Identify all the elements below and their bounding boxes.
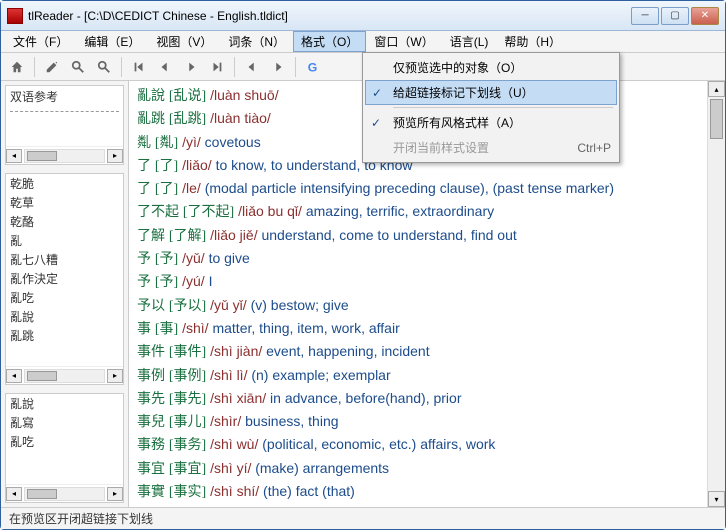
sidebar-top-title: 双语参考	[6, 86, 123, 107]
dict-entry: 事務 [事务] /shì wù/ (political, economic, e…	[137, 434, 699, 456]
close-button[interactable]: ✕	[691, 7, 719, 25]
list-item[interactable]: 亂吃	[10, 432, 119, 451]
menu-文件（F）[interactable]: 文件（F）	[5, 31, 76, 52]
last-icon[interactable]	[205, 56, 229, 78]
sidebar-panel-bot: 亂說亂寫亂吃 ◂▸	[5, 393, 124, 503]
dict-entry: 了解 [了解] /liǎo jiě/ understand, come to u…	[137, 225, 699, 247]
history-back-icon[interactable]	[240, 56, 264, 78]
menu-option[interactable]: ✓ 给超链接标记下划线（U）	[365, 80, 617, 105]
dict-entry: 了 [了] /le/ (modal particle intensifying …	[137, 178, 699, 200]
next-icon[interactable]	[179, 56, 203, 78]
menu-编辑（E）[interactable]: 编辑（E）	[76, 31, 148, 52]
dict-entry: 事情 [事情] /shì qing/ affair, matter, thing…	[137, 504, 699, 507]
vscroll[interactable]: ▴ ▾	[707, 81, 725, 507]
statusbar: 在预览区开闭超链接下划线	[1, 507, 725, 529]
dict-entry: 了不起 [了不起] /liǎo bu qǐ/ amazing, terrific…	[137, 201, 699, 223]
list-item[interactable]: 乾脆	[10, 174, 119, 193]
hscroll[interactable]: ◂▸	[6, 366, 123, 384]
menu-窗口（W）[interactable]: 窗口（W）	[366, 31, 441, 52]
menubar: 文件（F）编辑（E）视图（V）词条（N）格式（O）窗口（W）语言(L)帮助（H）	[1, 31, 725, 53]
menu-option: 开闭当前样式设置 Ctrl+P	[365, 135, 617, 160]
list-item[interactable]: 亂	[10, 231, 119, 250]
list-item[interactable]: 亂七八糟	[10, 250, 119, 269]
maximize-button[interactable]: ▢	[661, 7, 689, 25]
list-item[interactable]: 亂說	[10, 307, 119, 326]
menu-语言(L)[interactable]: 语言(L)	[442, 31, 497, 52]
dict-entry: 予 [予] /yú/ I	[137, 271, 699, 293]
dict-entry: 予以 [予以] /yǔ yǐ/ (v) bestow; give	[137, 295, 699, 317]
app-icon	[7, 8, 23, 24]
sidebar-panel-top: 双语参考 ◂▸	[5, 85, 124, 165]
menu-帮助（H）[interactable]: 帮助（H）	[496, 31, 569, 52]
home-icon[interactable]	[5, 56, 29, 78]
dict-entry: 事兒 [事儿] /shìr/ business, thing	[137, 411, 699, 433]
menu-option[interactable]: ✓ 预览所有风格式样（A）	[365, 110, 617, 135]
list-item[interactable]: 亂寫	[10, 413, 119, 432]
minimize-button[interactable]: ─	[631, 7, 659, 25]
menu-label: 仅预览选中的对象（O）	[393, 59, 522, 76]
menu-格式（O）[interactable]: 格式（O）	[293, 31, 366, 52]
dict-entry: 事宜 [事宜] /shì yí/ (make) arrangements	[137, 458, 699, 480]
menu-视图（V）[interactable]: 视图（V）	[148, 31, 220, 52]
history-fwd-icon[interactable]	[266, 56, 290, 78]
svg-text:G: G	[308, 60, 318, 74]
menu-label: 开闭当前样式设置	[393, 139, 489, 156]
check-icon: ✓	[371, 116, 381, 130]
list-item[interactable]: 亂吃	[10, 288, 119, 307]
list-item[interactable]: 乾草	[10, 193, 119, 212]
format-menu-dropdown: 仅预览选中的对象（O） ✓ 给超链接标记下划线（U） ✓ 预览所有风格式样（A） 开闭当前…	[362, 52, 620, 163]
dict-entry: 事例 [事例] /shì lì/ (n) example; exemplar	[137, 365, 699, 387]
menu-label: 预览所有风格式样（A）	[393, 114, 521, 131]
menu-词条（N）[interactable]: 词条（N）	[220, 31, 293, 52]
titlebar: tlReader - [C:\D\CEDICT Chinese - Englis…	[1, 1, 725, 31]
dict-entry: 事先 [事先] /shì xiān/ in advance, before(ha…	[137, 388, 699, 410]
dict-entry: 事實 [事实] /shì shí/ (the) fact (that)	[137, 481, 699, 503]
menu-label: 给超链接标记下划线（U）	[393, 84, 534, 101]
hscroll[interactable]: ◂▸	[6, 146, 123, 164]
search2-icon[interactable]	[92, 56, 116, 78]
status-text: 在预览区开闭超链接下划线	[9, 510, 153, 527]
first-icon[interactable]	[127, 56, 151, 78]
sidebar-panel-mid: 乾脆乾草乾酪亂亂七八糟亂作決定亂吃亂說亂跳 ◂▸	[5, 173, 124, 385]
list-item[interactable]: 亂說	[10, 394, 119, 413]
dict-entry: 事件 [事件] /shì jiàn/ event, happening, inc…	[137, 341, 699, 363]
accelerator: Ctrl+P	[577, 141, 611, 155]
google-icon[interactable]: G	[301, 56, 325, 78]
list-item[interactable]: 亂作決定	[10, 269, 119, 288]
dict-entry: 予 [予] /yǔ/ to give	[137, 248, 699, 270]
list-item[interactable]: 乾酪	[10, 212, 119, 231]
dict-entry: 事 [事] /shì/ matter, thing, item, work, a…	[137, 318, 699, 340]
window-title: tlReader - [C:\D\CEDICT Chinese - Englis…	[28, 9, 631, 23]
menu-option[interactable]: 仅预览选中的对象（O）	[365, 55, 617, 80]
edit-icon[interactable]	[40, 56, 64, 78]
check-icon: ✓	[372, 86, 382, 100]
list-item[interactable]: 亂跳	[10, 326, 119, 345]
prev-icon[interactable]	[153, 56, 177, 78]
hscroll[interactable]: ◂▸	[6, 484, 123, 502]
search-icon[interactable]	[66, 56, 90, 78]
sidebar: 双语参考 ◂▸ 乾脆乾草乾酪亂亂七八糟亂作決定亂吃亂說亂跳 ◂▸ 亂說亂寫亂吃 …	[1, 81, 129, 507]
